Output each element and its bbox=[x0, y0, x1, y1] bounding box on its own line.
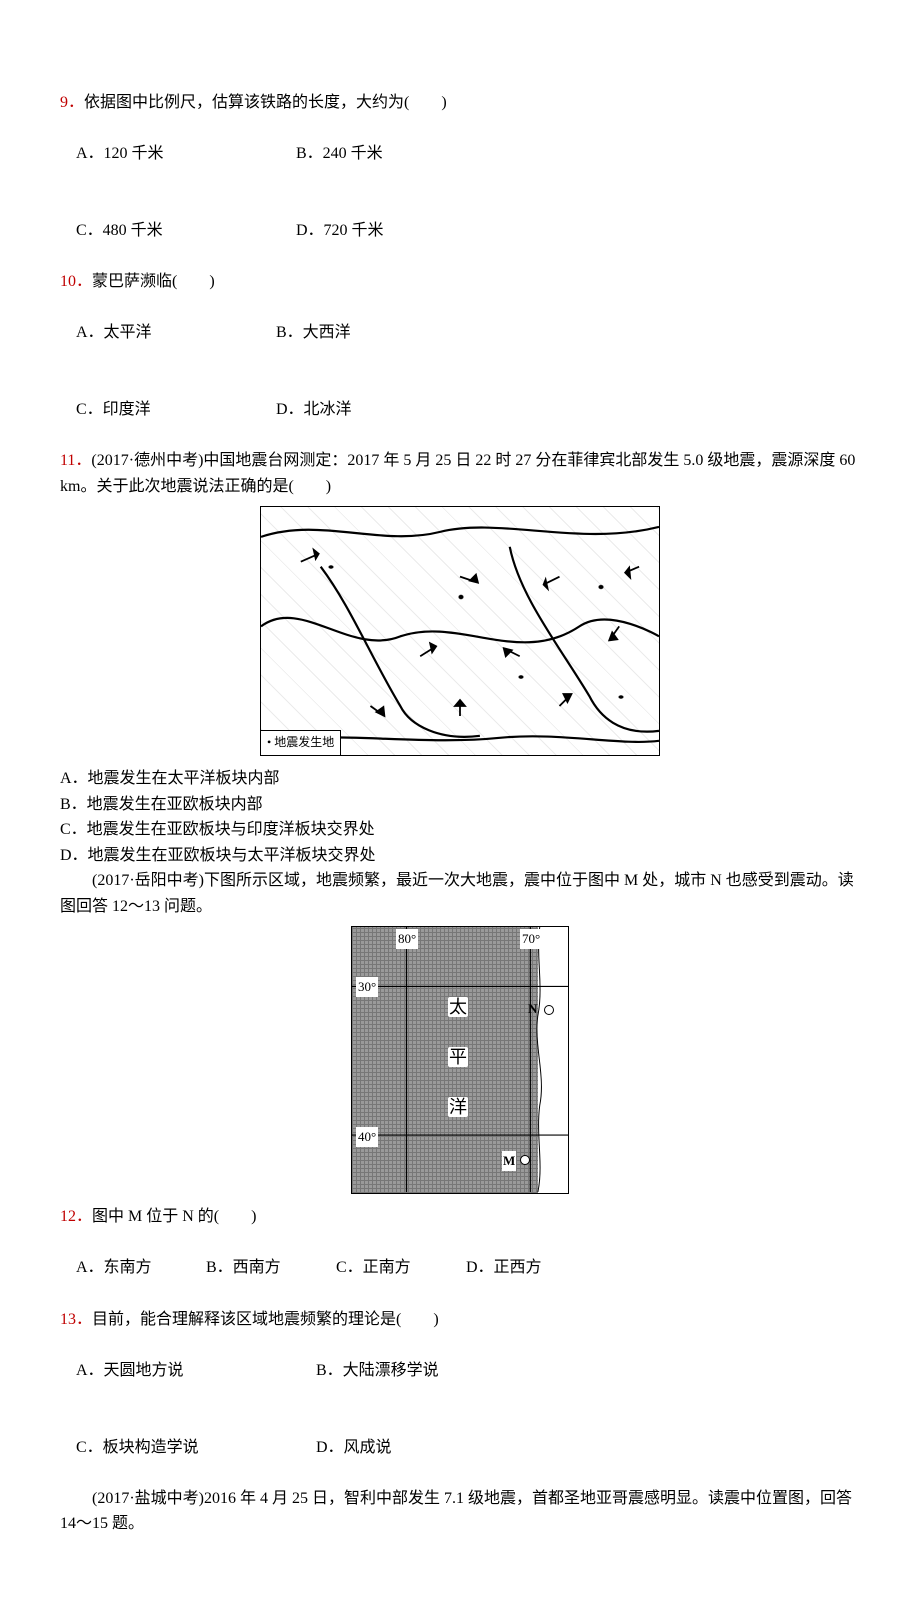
q10-options-row2: C．印度洋D．北冰洋 bbox=[60, 372, 860, 449]
q11-text: (2017·德州中考)中国地震台网测定：2017 年 5 月 25 日 22 时… bbox=[60, 452, 859, 495]
q9-text: 依据图中比例尺，估算该铁路的长度，大约为( ) bbox=[84, 94, 447, 111]
q13-options-row2: C．板块构造学说D．风成说 bbox=[60, 1409, 860, 1486]
q11-option-a: A．地震发生在太平洋板块内部 bbox=[60, 766, 860, 792]
q10-option-c: C．印度洋 bbox=[76, 397, 276, 423]
q11-number: 11． bbox=[60, 452, 91, 469]
q13-option-c: C．板块构造学说 bbox=[76, 1435, 316, 1461]
q10-option-d: D．北冰洋 bbox=[276, 397, 352, 423]
map2-lon-80: 80° bbox=[396, 929, 418, 950]
q11-figure-wrap: 地震发生地 bbox=[60, 506, 860, 765]
q10-text: 蒙巴萨濒临( ) bbox=[92, 273, 215, 290]
q12-option-c: C．正南方 bbox=[336, 1255, 466, 1281]
intro-14-15: (2017·盐城中考)2016 年 4 月 25 日，智利中部发生 7.1 级地… bbox=[60, 1486, 860, 1537]
q13-number: 13． bbox=[60, 1311, 92, 1328]
q13-stem: 13．目前，能合理解释该区域地震频繁的理论是( ) bbox=[60, 1307, 860, 1333]
map2-label-n: N bbox=[528, 999, 537, 1020]
q10-option-a: A．太平洋 bbox=[76, 320, 276, 346]
map2-lon-70: 70° bbox=[520, 929, 542, 950]
q9-option-a: A．120 千米 bbox=[76, 141, 296, 167]
q13-text: 目前，能合理解释该区域地震频繁的理论是( ) bbox=[92, 1311, 439, 1328]
q9-options-row2: C．480 千米D．720 千米 bbox=[60, 192, 860, 269]
q9-stem: 9．依据图中比例尺，估算该铁路的长度，大约为( ) bbox=[60, 90, 860, 116]
q12-option-d: D．正西方 bbox=[466, 1255, 542, 1281]
q11-option-c: C．地震发生在亚欧板块与印度洋板块交界处 bbox=[60, 817, 860, 843]
q10-option-b: B．大西洋 bbox=[276, 320, 351, 346]
q12-text: 图中 M 位于 N 的( ) bbox=[92, 1208, 256, 1225]
map2-ocean-char-2: 平 bbox=[448, 1047, 468, 1067]
q11-option-b: B．地震发生在亚欧板块内部 bbox=[60, 792, 860, 818]
map2-ocean-char-3: 洋 bbox=[448, 1097, 468, 1117]
q9-options-row1: A．120 千米B．240 千米 bbox=[60, 116, 860, 193]
map2-lat-30: 30° bbox=[356, 977, 378, 998]
q12-option-b: B．西南方 bbox=[206, 1255, 336, 1281]
q13-option-b: B．大陆漂移学说 bbox=[316, 1358, 439, 1384]
q12-figure-wrap: 80° 70° 30° 40° 太 平 洋 N M bbox=[60, 926, 860, 1203]
q12-number: 12． bbox=[60, 1208, 92, 1225]
intro-12-13: (2017·岳阳中考)下图所示区域，地震频繁，最近一次大地震，震中位于图中 M … bbox=[60, 868, 860, 919]
q12-option-a: A．东南方 bbox=[76, 1255, 206, 1281]
plate-map-svg bbox=[261, 507, 659, 756]
q9-option-c: C．480 千米 bbox=[76, 218, 296, 244]
q9-number: 9． bbox=[60, 94, 84, 111]
q13-option-a: A．天圆地方说 bbox=[76, 1358, 316, 1384]
map2-lat-40: 40° bbox=[356, 1127, 378, 1148]
q11-stem: 11．(2017·德州中考)中国地震台网测定：2017 年 5 月 25 日 2… bbox=[60, 448, 860, 499]
map2-ocean-char-1: 太 bbox=[448, 997, 468, 1017]
q10-stem: 10．蒙巴萨濒临( ) bbox=[60, 269, 860, 295]
q12-options: A．东南方B．西南方C．正南方D．正西方 bbox=[60, 1230, 860, 1307]
pacific-coast-map: 80° 70° 30° 40° 太 平 洋 N M bbox=[351, 926, 569, 1194]
plate-map-figure: 地震发生地 bbox=[260, 506, 660, 756]
map2-label-m: M bbox=[502, 1151, 516, 1172]
plate-map-legend: 地震发生地 bbox=[260, 730, 341, 755]
q13-option-d: D．风成说 bbox=[316, 1435, 392, 1461]
q9-option-d: D．720 千米 bbox=[296, 218, 384, 244]
q10-number: 10． bbox=[60, 273, 92, 290]
q9-option-b: B．240 千米 bbox=[296, 141, 383, 167]
q13-options-row1: A．天圆地方说B．大陆漂移学说 bbox=[60, 1332, 860, 1409]
q12-stem: 12．图中 M 位于 N 的( ) bbox=[60, 1204, 860, 1230]
q10-options-row1: A．太平洋B．大西洋 bbox=[60, 295, 860, 372]
map2-point-n bbox=[544, 1005, 554, 1015]
exam-page: 9．依据图中比例尺，估算该铁路的长度，大约为( ) A．120 千米B．240 … bbox=[0, 0, 920, 1597]
q11-option-d: D．地震发生在亚欧板块与太平洋板块交界处 bbox=[60, 843, 860, 869]
map2-point-m bbox=[520, 1155, 530, 1165]
